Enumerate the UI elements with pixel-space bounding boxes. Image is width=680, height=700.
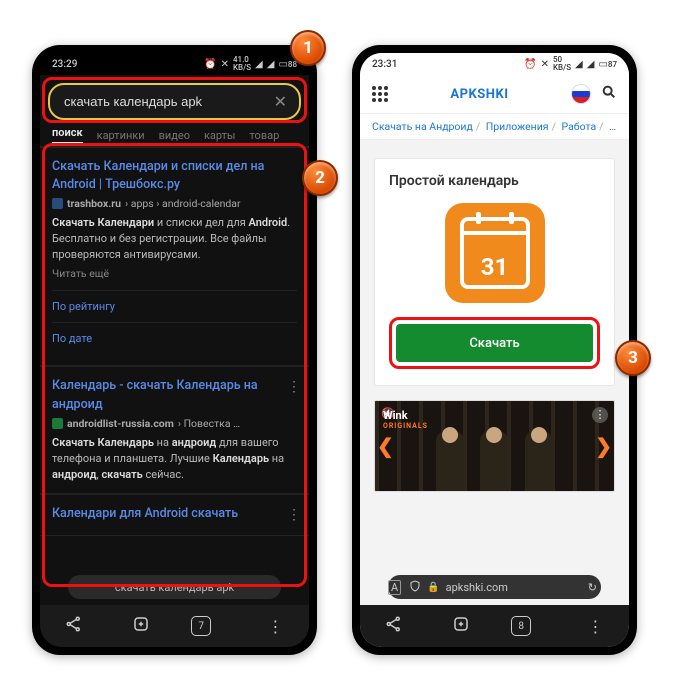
result-1[interactable]: Скачать Календари и списки дел на Androi… [40, 147, 309, 366]
search-input[interactable] [62, 93, 274, 110]
search-bar[interactable]: ✕ [48, 83, 301, 120]
sublink-rating[interactable]: По рейтингу [52, 290, 297, 323]
kebab-icon[interactable]: ⋮ [287, 377, 301, 397]
address-bar[interactable]: скачать календарь apk [68, 575, 281, 599]
status-icons: ⏰ ✕ 41.0 KB/S ◢◢ ▭88 [204, 56, 297, 72]
step-badge-1: 1 [290, 30, 326, 66]
result-url: androidlist-russia.com › Повестка … [52, 416, 297, 431]
tab-goods[interactable]: товар [249, 129, 279, 142]
crumb[interactable]: Приложения [486, 120, 549, 133]
result-title: Календарь - скачать Календарь на андроид [52, 377, 297, 413]
app-icon: 31 [445, 203, 545, 303]
site-header: APKSHKI [360, 75, 629, 114]
screen-search: 23:29 ⏰ ✕ 41.0 KB/S ◢◢ ▭88 ✕ поиск [40, 53, 309, 647]
tab-search[interactable]: поиск [52, 126, 83, 144]
ad-menu-icon[interactable]: ⋮ [592, 407, 608, 423]
status-bar: 23:29 ⏰ ✕ 41.0 KB/S ◢◢ ▭88 [40, 53, 309, 75]
clear-icon[interactable]: ✕ [274, 94, 287, 110]
refresh-icon[interactable]: ↻ [588, 581, 597, 594]
share-icon[interactable] [57, 615, 91, 637]
status-bar: 23:31 ⏰✕ 50 KB/S ◢◢ ▭87 [360, 53, 629, 75]
menu-icon[interactable]: ⋮ [258, 617, 292, 636]
chevron-left-icon[interactable]: ❮ [377, 434, 394, 458]
browser-nav: 8 ⋮ [360, 605, 629, 647]
crumb[interactable]: Скачать на Андроид [372, 120, 473, 133]
breadcrumb: Скачать на Андроид/ Приложения/ Работа/ … [360, 114, 629, 140]
site-brand[interactable]: APKSHKI [450, 87, 508, 102]
ad-banner[interactable]: 🔇 ⋮ ❮ ❯ Wink ORIGINALS [374, 400, 615, 492]
highlight-download: Скачать [389, 317, 600, 369]
tab-images[interactable]: картинки [97, 129, 145, 142]
search-tabs: поиск картинки видео карты товар [40, 124, 309, 147]
tab-maps[interactable]: карты [204, 129, 236, 142]
screen-apkshki: 23:31 ⏰✕ 50 KB/S ◢◢ ▭87 APKSHKI [360, 53, 629, 647]
read-more[interactable]: Читать ещё [52, 266, 297, 281]
search-results: Скачать Календари и списки дел на Androi… [40, 147, 309, 569]
address-bar[interactable]: A 🔒 apkshki.com ↻ [388, 575, 601, 599]
ad-brand: Wink ORIGINALS [383, 409, 428, 430]
result-3[interactable]: ⋮ Календари для Android скачать [40, 494, 309, 536]
share-icon[interactable] [377, 615, 411, 637]
lang-flag-icon[interactable] [571, 84, 591, 104]
download-button[interactable]: Скачать [396, 324, 593, 362]
app-card: Простой календарь 31 Скачать [374, 158, 615, 386]
kebab-icon[interactable]: ⋮ [287, 505, 301, 525]
result-snippet: Скачать Календари и списки дел для Andro… [52, 215, 297, 263]
tabs-button[interactable]: 7 [191, 616, 225, 636]
status-time: 23:31 [372, 59, 397, 70]
favicon-icon [52, 198, 63, 209]
new-tab-icon[interactable] [124, 615, 158, 637]
status-time: 23:29 [52, 59, 77, 70]
result-url: trashbox.ru › apps › android-calendar [52, 196, 297, 211]
browser-nav: 7 ⋮ [40, 605, 309, 647]
chevron-right-icon[interactable]: ❯ [595, 434, 612, 458]
shield-icon[interactable] [409, 580, 421, 595]
search-icon[interactable] [601, 84, 617, 104]
reader-icon[interactable]: A [388, 580, 401, 595]
menu-icon[interactable]: ⋮ [578, 617, 612, 636]
tabs-button[interactable]: 8 [511, 616, 545, 636]
url-text: скачать календарь apk [115, 581, 234, 594]
tab-video[interactable]: видео [159, 129, 190, 142]
step-badge-3: 3 [615, 340, 651, 376]
new-tab-icon[interactable] [444, 615, 478, 637]
phone-right: 23:31 ⏰✕ 50 KB/S ◢◢ ▭87 APKSHKI [352, 45, 637, 655]
step-badge-2: 2 [302, 160, 338, 196]
favicon-icon [52, 418, 63, 429]
url-text: apkshki.com [446, 581, 508, 594]
lock-icon: 🔒 [427, 582, 439, 593]
crumb: … [609, 120, 616, 133]
page-body: Простой календарь 31 Скачать [360, 140, 629, 569]
sublink-date[interactable]: По дате [52, 322, 297, 355]
result-2[interactable]: ⋮ Календарь - скачать Календарь на андро… [40, 366, 309, 493]
result-title: Скачать Календари и списки дел на Androi… [52, 158, 297, 194]
phone-left: 23:29 ⏰ ✕ 41.0 KB/S ◢◢ ▭88 ✕ поиск [32, 45, 317, 655]
apps-grid-icon[interactable] [372, 86, 388, 102]
crumb[interactable]: Работа [562, 120, 597, 133]
result-snippet: Скачать Календарь на андроид для вашего … [52, 435, 297, 483]
app-title: Простой календарь [389, 173, 600, 189]
calendar-icon: 31 [460, 217, 530, 289]
result-title: Календари для Android скачать [52, 505, 297, 523]
status-icons: ⏰✕ 50 KB/S ◢◢ ▭87 [524, 56, 617, 72]
